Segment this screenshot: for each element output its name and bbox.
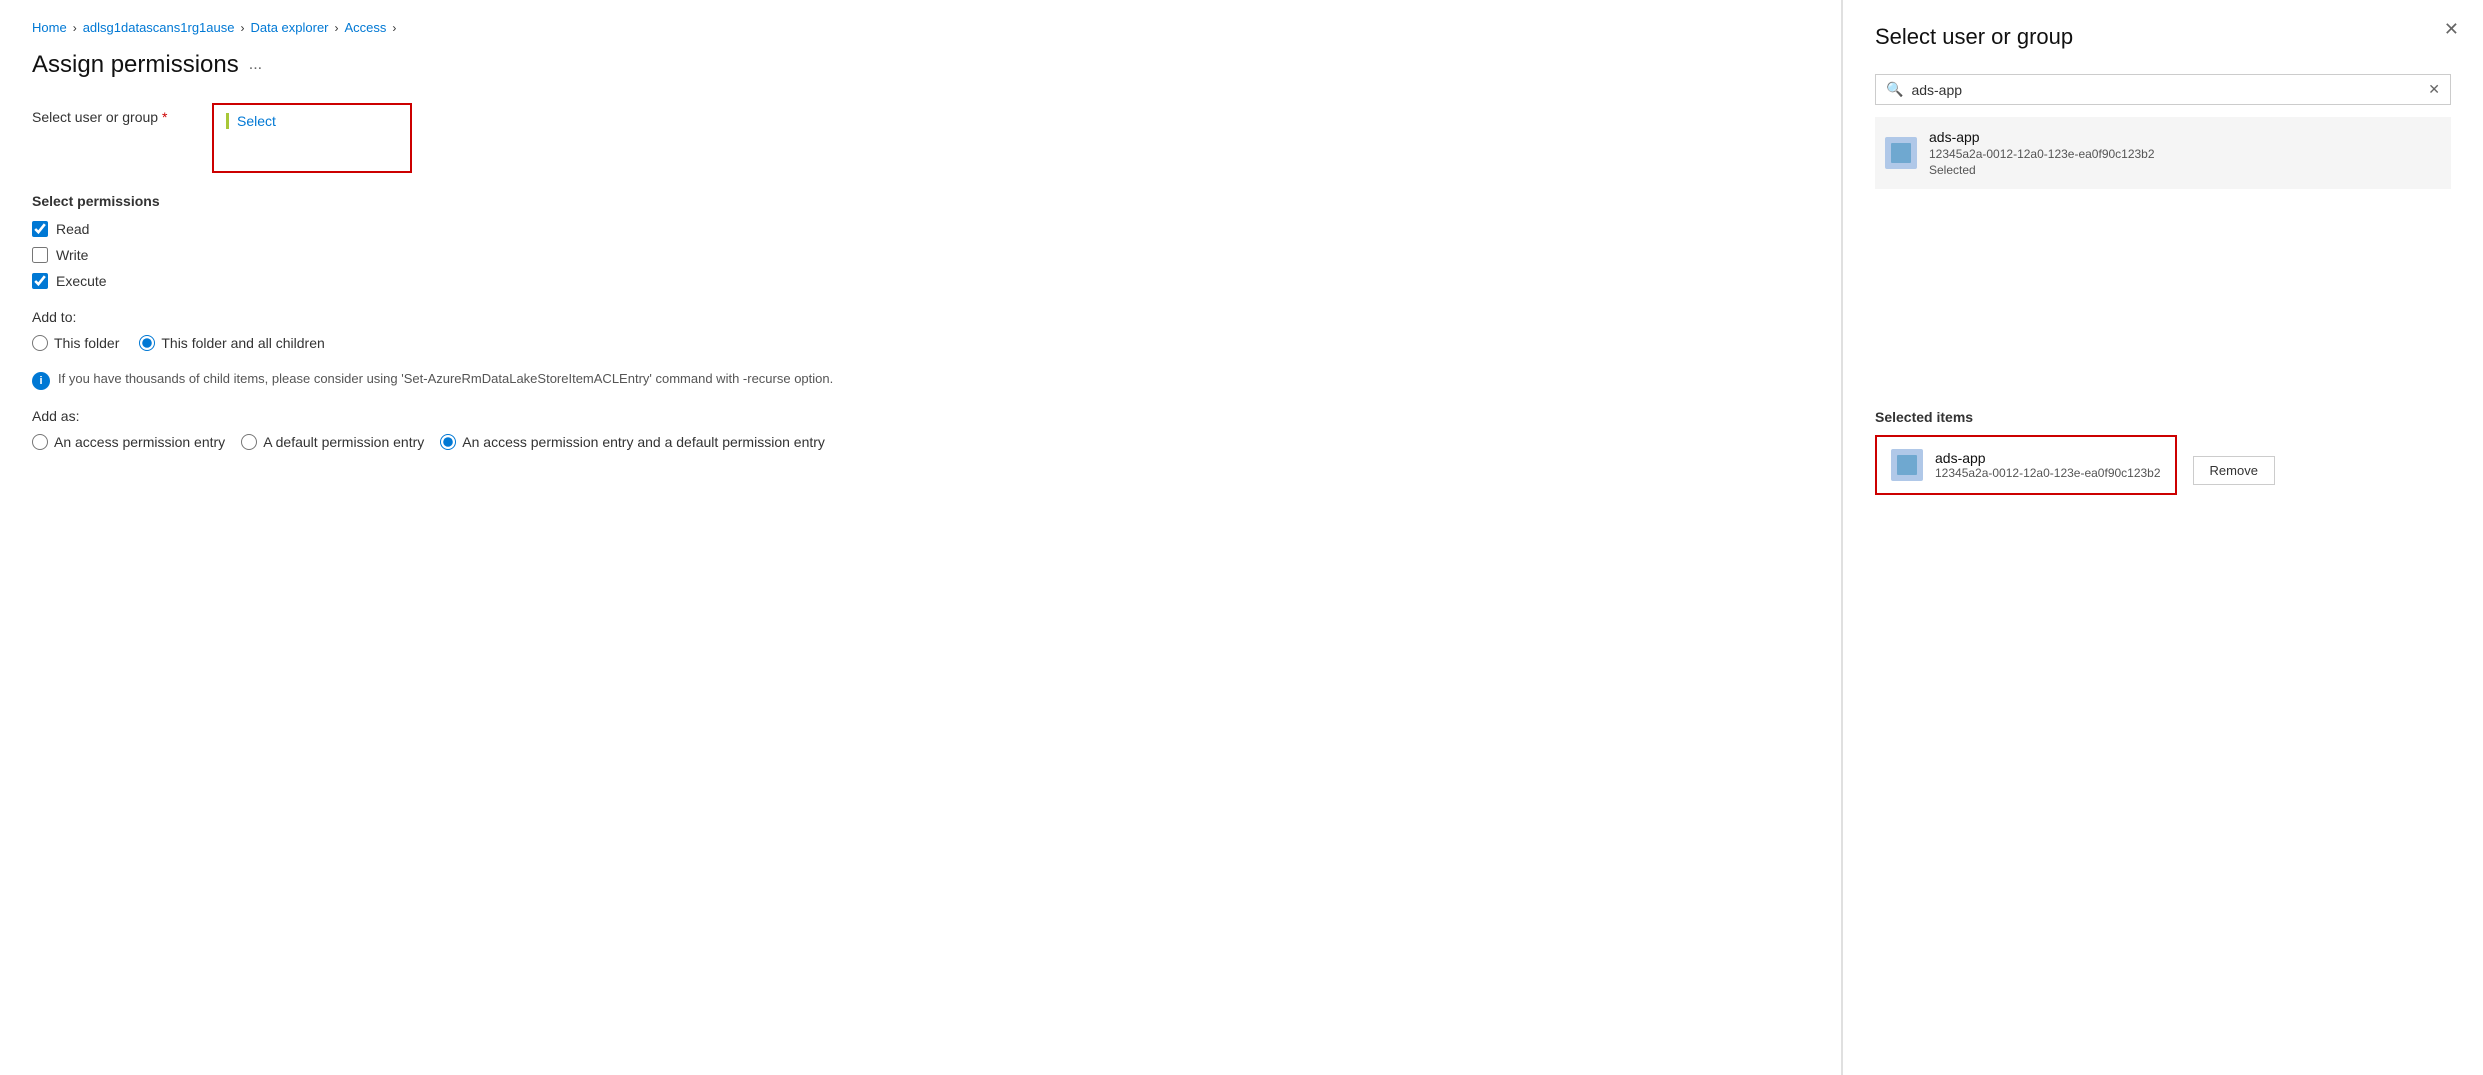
access-entry-label: An access permission entry (54, 434, 225, 450)
permissions-title: Select permissions (32, 193, 1809, 209)
selected-items-title: Selected items (1875, 409, 2451, 425)
selected-item-name: ads-app (1935, 450, 2161, 466)
result-id: 12345a2a-0012-12a0-123e-ea0f90c123b2 (1929, 147, 2155, 161)
execute-checkbox[interactable] (32, 273, 48, 289)
read-checkbox-row: Read (32, 221, 1809, 237)
remove-button[interactable]: Remove (2193, 456, 2275, 485)
both-entry-label: An access permission entry and a default… (462, 434, 825, 450)
this-folder-label: This folder (54, 335, 119, 351)
write-checkbox[interactable] (32, 247, 48, 263)
result-info: ads-app 12345a2a-0012-12a0-123e-ea0f90c1… (1929, 129, 2155, 177)
this-folder-all-radio[interactable] (139, 335, 155, 351)
close-button[interactable]: ✕ (2444, 20, 2459, 38)
read-label[interactable]: Read (56, 221, 89, 237)
this-folder-option[interactable]: This folder (32, 335, 119, 351)
user-group-field-row: Select user or group * Select (32, 103, 1809, 173)
add-as-label: Add as: (32, 408, 1809, 424)
both-entry-radio[interactable] (440, 434, 456, 450)
result-status: Selected (1929, 163, 2155, 177)
write-checkbox-row: Write (32, 247, 1809, 263)
search-box: 🔍 ✕ (1875, 74, 2451, 105)
write-label[interactable]: Write (56, 247, 88, 263)
permissions-section: Select permissions Read Write Execute (32, 193, 1809, 289)
default-entry-option[interactable]: A default permission entry (241, 434, 424, 450)
add-to-label: Add to: (32, 309, 1809, 325)
add-to-radio-group: This folder This folder and all children (32, 335, 1809, 351)
selected-item-card: ads-app 12345a2a-0012-12a0-123e-ea0f90c1… (1875, 435, 2177, 495)
search-icon: 🔍 (1886, 81, 1903, 98)
right-panel: Select user or group ✕ 🔍 ✕ ads-app 12345… (1843, 0, 2483, 1075)
access-entry-radio[interactable] (32, 434, 48, 450)
execute-label[interactable]: Execute (56, 273, 107, 289)
search-result-item[interactable]: ads-app 12345a2a-0012-12a0-123e-ea0f90c1… (1875, 117, 2451, 189)
breadcrumb-home[interactable]: Home (32, 20, 67, 35)
required-marker: * (162, 109, 167, 125)
both-entry-option[interactable]: An access permission entry and a default… (440, 434, 825, 450)
result-icon-inner (1891, 143, 1911, 163)
breadcrumb-data-explorer[interactable]: Data explorer (250, 20, 328, 35)
info-box: i If you have thousands of child items, … (32, 371, 1809, 390)
selected-item-info: ads-app 12345a2a-0012-12a0-123e-ea0f90c1… (1935, 450, 2161, 480)
add-as-section: Add as: An access permission entry A def… (32, 408, 1809, 450)
read-checkbox[interactable] (32, 221, 48, 237)
breadcrumb: Home › adlsg1datascans1rg1ause › Data ex… (32, 20, 1809, 35)
left-panel: Home › adlsg1datascans1rg1ause › Data ex… (0, 0, 1842, 1075)
page-title: Assign permissions ... (32, 51, 1809, 79)
execute-checkbox-row: Execute (32, 273, 1809, 289)
select-user-group-button[interactable]: Select (212, 103, 412, 173)
select-text: Select (226, 113, 276, 129)
add-to-section: Add to: This folder This folder and all … (32, 309, 1809, 351)
selected-item-icon-inner (1897, 455, 1917, 475)
selected-item-row: ads-app 12345a2a-0012-12a0-123e-ea0f90c1… (1875, 435, 2451, 505)
result-app-icon (1885, 137, 1917, 169)
this-folder-all-label: This folder and all children (161, 335, 324, 351)
this-folder-all-option[interactable]: This folder and all children (139, 335, 324, 351)
access-entry-option[interactable]: An access permission entry (32, 434, 225, 450)
info-text: If you have thousands of child items, pl… (58, 371, 833, 386)
selected-item-id: 12345a2a-0012-12a0-123e-ea0f90c123b2 (1935, 466, 2161, 480)
search-input[interactable] (1911, 82, 2420, 98)
breadcrumb-access[interactable]: Access (345, 20, 387, 35)
info-icon: i (32, 372, 50, 390)
breadcrumb-storage[interactable]: adlsg1datascans1rg1ause (83, 20, 235, 35)
default-entry-radio[interactable] (241, 434, 257, 450)
more-options-icon[interactable]: ... (249, 56, 262, 74)
user-group-label: Select user or group * (32, 103, 192, 125)
search-clear-icon[interactable]: ✕ (2428, 81, 2440, 98)
default-entry-label: A default permission entry (263, 434, 424, 450)
this-folder-radio[interactable] (32, 335, 48, 351)
selected-item-icon (1891, 449, 1923, 481)
add-as-radio-group: An access permission entry A default per… (32, 434, 1809, 450)
selected-items-section: Selected items ads-app 12345a2a-0012-12a… (1875, 409, 2451, 505)
panel-title: Select user or group (1875, 24, 2451, 50)
result-name: ads-app (1929, 129, 2155, 145)
